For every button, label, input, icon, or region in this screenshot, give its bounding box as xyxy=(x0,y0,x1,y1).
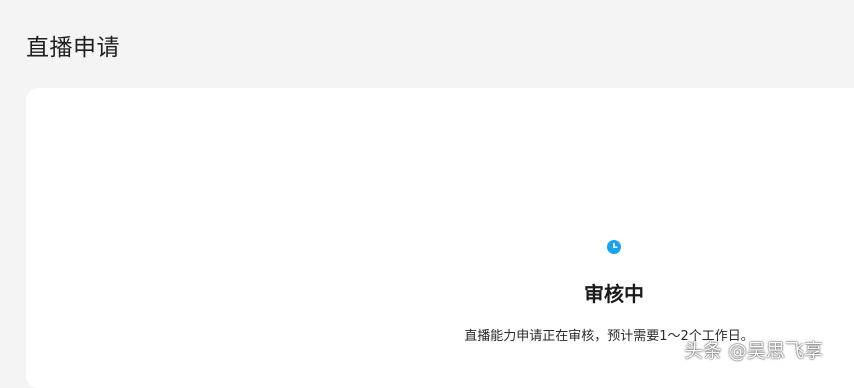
page-title: 直播申请 xyxy=(26,35,120,61)
watermark: 头条 @吴思飞享 xyxy=(684,340,824,362)
